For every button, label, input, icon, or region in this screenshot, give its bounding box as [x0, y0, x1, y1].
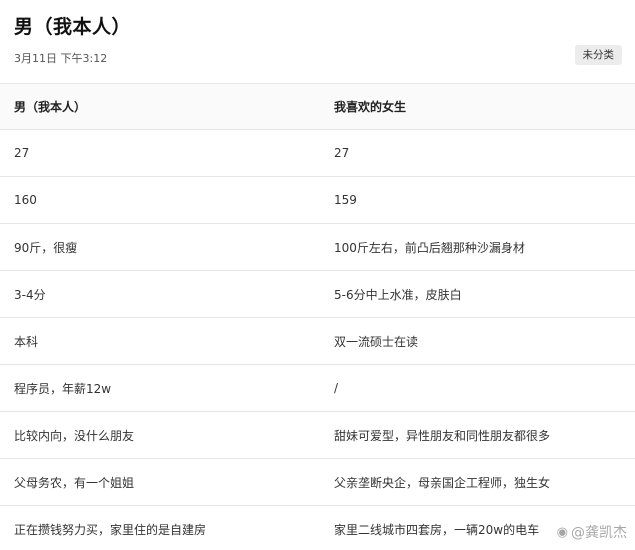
table-cell: 100斤左右，前凸后翘那种沙漏身材	[320, 223, 635, 271]
table-row: 正在攒钱努力买，家里住的是自建房 家里二线城市四套房，一辆20w的电车	[0, 505, 635, 550]
table-row: 本科 双一流硕士在读	[0, 317, 635, 365]
table-cell: 5-6分中上水准，皮肤白	[320, 270, 635, 318]
table-cell: 90斤，很瘦	[0, 223, 320, 271]
table-header-row: 男（我本人） 我喜欢的女生	[0, 83, 635, 130]
table-cell: 双一流硕士在读	[320, 317, 635, 365]
table-cell: 甜妹可爱型，异性朋友和同性朋友都很多	[320, 411, 635, 459]
table-cell: 本科	[0, 317, 320, 365]
table-row: 90斤，很瘦 100斤左右，前凸后翘那种沙漏身材	[0, 223, 635, 271]
weibo-icon: ◉	[556, 524, 568, 540]
table-row: 比较内向，没什么朋友 甜妹可爱型，异性朋友和同性朋友都很多	[0, 411, 635, 459]
watermark: ◉ @龚凯杰	[557, 522, 627, 542]
table-row: 父母务农，有一个姐姐 父亲垄断央企，母亲国企工程师，独生女	[0, 458, 635, 506]
table-cell: 比较内向，没什么朋友	[0, 411, 320, 459]
table-cell: 27	[0, 129, 320, 177]
table-cell: 程序员，年薪12w	[0, 364, 320, 412]
table-cell: 27	[320, 129, 635, 177]
table-cell: 160	[0, 176, 320, 224]
watermark-text: @龚凯杰	[571, 525, 627, 541]
column-header-partner: 我喜欢的女生	[320, 83, 635, 130]
note-header: 男（我本人） 3月11日 下午3:12 未分类	[0, 0, 635, 83]
column-header-self: 男（我本人）	[0, 83, 320, 130]
table-cell: 正在攒钱努力买，家里住的是自建房	[0, 505, 320, 550]
table-cell: 父母务农，有一个姐姐	[0, 458, 320, 506]
category-tag[interactable]: 未分类	[574, 45, 622, 65]
page-title: 男（我本人）	[14, 16, 132, 38]
timestamp: 3月11日 下午3:12	[14, 52, 108, 65]
table-cell: /	[320, 364, 635, 412]
table-cell: 父亲垄断央企，母亲国企工程师，独生女	[320, 458, 635, 506]
table-cell: 3-4分	[0, 270, 320, 318]
table-row: 3-4分 5-6分中上水准，皮肤白	[0, 270, 635, 318]
table-row: 160 159	[0, 176, 635, 224]
table-row: 27 27	[0, 129, 635, 177]
table-row: 程序员，年薪12w /	[0, 364, 635, 412]
table-cell: 159	[320, 176, 635, 224]
comparison-table: 男（我本人） 我喜欢的女生 27 27 160 159 90斤，很瘦 100斤左…	[0, 83, 635, 550]
